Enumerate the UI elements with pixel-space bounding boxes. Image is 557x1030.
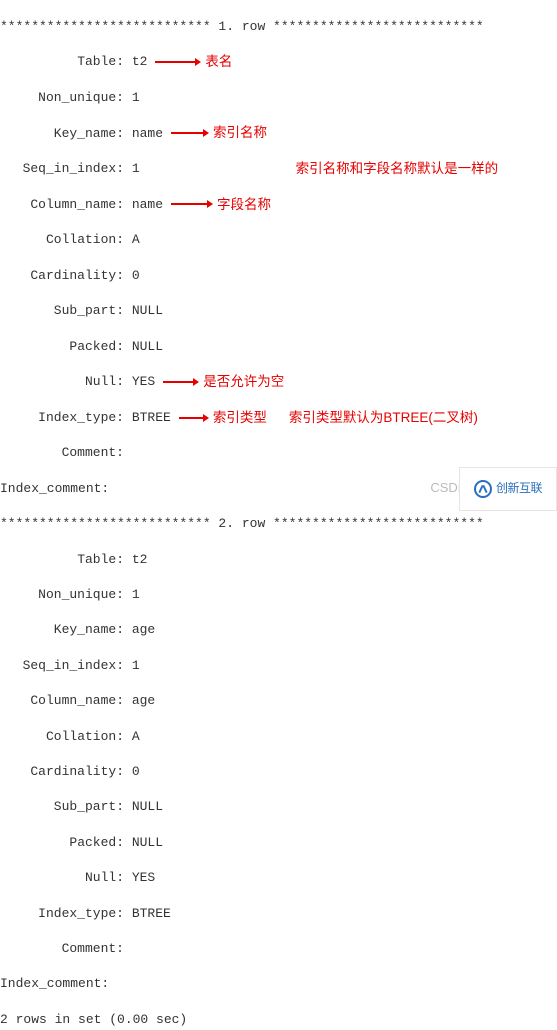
val-row1-packed: NULL [132, 338, 163, 356]
val-row1-nonunique: 1 [132, 89, 140, 107]
row1-table: Table: t2 表名 [0, 53, 557, 71]
val-row2-keyname: age [132, 621, 155, 639]
val-row1-column: name [132, 196, 163, 214]
label-nonunique2: Non_unique: [0, 586, 124, 604]
val-row1-indextype: BTREE [132, 409, 171, 427]
row1-collation: Collation: A [0, 231, 557, 249]
annotation-index-type-note: 索引类型默认为BTREE(二叉树) [289, 409, 478, 427]
label-subpart: Sub_part: [0, 302, 124, 320]
label-collation2: Collation: [0, 728, 124, 746]
val-row1-subpart: NULL [132, 302, 163, 320]
val-row2-nonunique: 1 [132, 586, 140, 604]
row1-column: Column_name: name 字段名称 [0, 196, 557, 214]
arrow-icon [171, 199, 213, 209]
label-keyname: Key_name: [0, 125, 124, 143]
annotation-index-same: 索引名称和字段名称默认是一样的 [296, 160, 499, 178]
mysql-output: *************************** 1. row *****… [0, 0, 557, 1030]
val-row2-null: YES [132, 869, 155, 887]
partner-logo: 创新互联 [459, 467, 557, 511]
label-seq2: Seq_in_index: [0, 657, 124, 675]
row2-comment: Comment: [0, 940, 557, 958]
label-cardinality2: Cardinality: [0, 763, 124, 781]
label-indextype2: Index_type: [0, 905, 124, 923]
val-row2-indextype: BTREE [132, 905, 171, 923]
val-row1-null: YES [132, 373, 155, 391]
val-row2-packed: NULL [132, 834, 163, 852]
label-packed2: Packed: [0, 834, 124, 852]
val-row1-cardinality: 0 [132, 267, 140, 285]
row1-null: Null: YES 是否允许为空 [0, 373, 557, 391]
row1-indextype: Index_type: BTREE 索引类型 索引类型默认为BTREE(二叉树) [0, 409, 557, 427]
label-indexcomment: Index_comment: [0, 481, 109, 496]
row-separator-1: *************************** 1. row *****… [0, 18, 557, 36]
label-cardinality: Cardinality: [0, 267, 124, 285]
val-row2-collation: A [132, 728, 140, 746]
val-row1-table: t2 [132, 53, 148, 71]
arrow-icon [171, 128, 209, 138]
label-seq: Seq_in_index: [0, 160, 124, 178]
annotation-null: 是否允许为空 [203, 373, 284, 391]
label-subpart2: Sub_part: [0, 798, 124, 816]
row1-cardinality: Cardinality: 0 [0, 267, 557, 285]
row1-keyname: Key_name: name 索引名称 [0, 124, 557, 142]
label-indextype: Index_type: [0, 409, 124, 427]
row1-seq: Seq_in_index: 1 索引名称和字段名称默认是一样的 [0, 160, 557, 178]
annotation-table-name: 表名 [205, 53, 232, 71]
val-row2-column: age [132, 692, 155, 710]
row1-nonunique: Non_unique: 1 [0, 89, 557, 107]
label-keyname2: Key_name: [0, 621, 124, 639]
label-packed: Packed: [0, 338, 124, 356]
label-table: Table: [0, 53, 124, 71]
row2-indexcomment: Index_comment: [0, 975, 557, 993]
footer-rows: 2 rows in set (0.00 sec) [0, 1011, 557, 1029]
row2-packed: Packed: NULL [0, 834, 557, 852]
row2-seq: Seq_in_index: 1 [0, 657, 557, 675]
label-column: Column_name: [0, 196, 124, 214]
row2-table: Table: t2 [0, 551, 557, 569]
logo-icon [474, 480, 492, 498]
annotation-index-type: 索引类型 [213, 409, 267, 427]
label-indexcomment2: Index_comment: [0, 976, 109, 991]
row1-packed: Packed: NULL [0, 338, 557, 356]
row2-indextype: Index_type: BTREE [0, 905, 557, 923]
val-row2-subpart: NULL [132, 798, 163, 816]
label-comment: Comment: [0, 444, 124, 462]
row2-column: Column_name: age [0, 692, 557, 710]
row-separator-2: *************************** 2. row *****… [0, 515, 557, 533]
row2-nonunique: Non_unique: 1 [0, 586, 557, 604]
label-null: Null: [0, 373, 124, 391]
val-row2-seq: 1 [132, 657, 140, 675]
row2-keyname: Key_name: age [0, 621, 557, 639]
row2-subpart: Sub_part: NULL [0, 798, 557, 816]
val-row1-collation: A [132, 231, 140, 249]
label-nonunique: Non_unique: [0, 89, 124, 107]
annotation-column-name: 字段名称 [217, 196, 271, 214]
label-table2: Table: [0, 551, 124, 569]
arrow-icon [155, 57, 201, 67]
val-row2-cardinality: 0 [132, 763, 140, 781]
val-row1-seq: 1 [132, 160, 140, 178]
val-row2-table: t2 [132, 551, 148, 569]
row2-collation: Collation: A [0, 728, 557, 746]
row1-subpart: Sub_part: NULL [0, 302, 557, 320]
row1-comment: Comment: [0, 444, 557, 462]
arrow-icon [163, 377, 199, 387]
row2-cardinality: Cardinality: 0 [0, 763, 557, 781]
label-comment2: Comment: [0, 940, 124, 958]
arrow-icon [179, 413, 209, 423]
label-null2: Null: [0, 869, 124, 887]
label-column2: Column_name: [0, 692, 124, 710]
val-row1-keyname: name [132, 125, 163, 143]
logo-text: 创新互联 [496, 480, 542, 498]
annotation-index-name: 索引名称 [213, 124, 267, 142]
label-collation: Collation: [0, 231, 124, 249]
row2-null: Null: YES [0, 869, 557, 887]
